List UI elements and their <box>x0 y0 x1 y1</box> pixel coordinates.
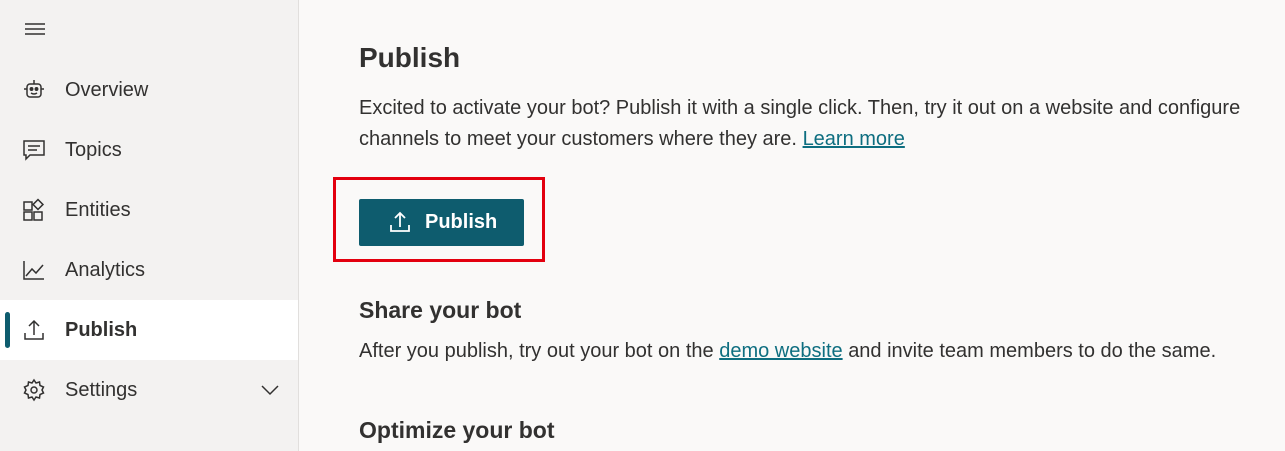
publish-description: Excited to activate your bot? Publish it… <box>359 93 1285 155</box>
optimize-section-title: Optimize your bot <box>359 417 555 443</box>
sidebar-item-topics[interactable]: Topics <box>0 120 298 180</box>
sidebar-item-label: Topics <box>65 138 122 161</box>
demo-website-link[interactable]: demo website <box>719 340 842 362</box>
sidebar-item-settings[interactable]: Settings <box>0 360 298 420</box>
chat-icon <box>22 138 46 162</box>
page-title: Publish <box>359 42 461 73</box>
upload-icon <box>388 210 412 234</box>
upload-icon <box>22 318 46 342</box>
publish-button[interactable]: Publish <box>359 199 524 246</box>
gear-icon <box>22 378 46 402</box>
publish-button-label: Publish <box>425 211 498 233</box>
line-chart-icon <box>22 258 46 282</box>
share-section-title: Share your bot <box>359 297 522 323</box>
share-text-before: After you publish, try out your bot on t… <box>359 340 714 362</box>
sidebar-item-label: Overview <box>65 78 149 101</box>
sidebar-item-label: Publish <box>65 318 138 341</box>
hamburger-menu-icon[interactable] <box>24 22 46 36</box>
sidebar-item-entities[interactable]: Entities <box>0 180 298 240</box>
sidebar-item-label: Analytics <box>65 258 146 281</box>
chevron-down-icon[interactable] <box>260 382 280 398</box>
bot-icon <box>22 78 46 102</box>
shapes-icon <box>22 198 46 222</box>
sidebar-item-overview[interactable]: Overview <box>0 60 298 120</box>
sidebar-item-analytics[interactable]: Analytics <box>0 240 298 300</box>
sidebar: Overview Topics Entities Analytics Publi… <box>0 0 299 451</box>
main-content: Publish Excited to activate your bot? Pu… <box>299 0 1285 451</box>
sidebar-item-label: Entities <box>65 198 131 221</box>
sidebar-item-publish[interactable]: Publish <box>0 300 298 360</box>
share-text-after: and invite team members to do the same. <box>848 340 1217 362</box>
description-text: Excited to activate your bot? Publish it… <box>359 97 1241 150</box>
learn-more-link[interactable]: Learn more <box>803 128 905 150</box>
selection-indicator <box>5 312 10 348</box>
sidebar-item-label: Settings <box>65 378 138 401</box>
share-description: After you publish, try out your bot on t… <box>359 340 1216 363</box>
